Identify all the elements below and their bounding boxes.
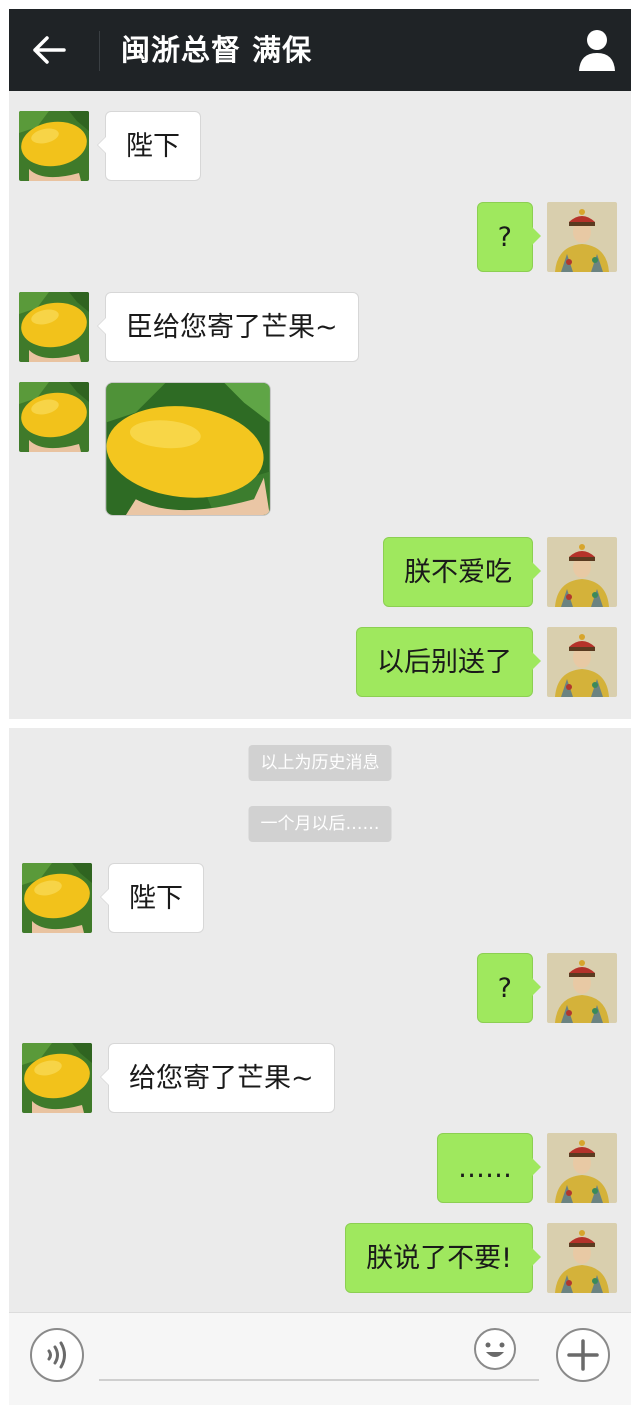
mango-avatar[interactable] <box>22 1043 92 1113</box>
emperor-avatar[interactable] <box>547 627 617 697</box>
message-bubble[interactable]: …… <box>437 1133 541 1203</box>
arrow-left-icon[interactable] <box>31 35 67 65</box>
emperor-avatar[interactable] <box>547 202 617 272</box>
message-bubble[interactable]: 以后别送了 <box>356 627 541 697</box>
message-bubble[interactable]: 陛下 <box>97 111 201 181</box>
person-icon[interactable] <box>577 27 617 73</box>
voice-icon[interactable] <box>29 1327 85 1383</box>
emperor-avatar[interactable] <box>547 1223 617 1293</box>
message-bubble[interactable]: 朕说了不要! <box>345 1223 541 1293</box>
message-bubble[interactable]: 陛下 <box>100 863 204 933</box>
message-bubble[interactable]: 给您寄了芒果~ <box>100 1043 335 1113</box>
chat-recent-panel[interactable]: 以上为历史消息 一个月以后…… 陛下 ? 给您寄了芒果~ …… 朕说了不要! <box>9 728 631 1312</box>
chat-title: 闽浙总督 满保 <box>121 33 313 67</box>
message-bubble[interactable]: ? <box>476 202 542 272</box>
emperor-avatar[interactable] <box>547 953 617 1023</box>
mango-avatar[interactable] <box>19 382 89 452</box>
mango-avatar[interactable] <box>19 292 89 362</box>
header-divider <box>99 31 100 71</box>
mango-avatar[interactable] <box>22 863 92 933</box>
emperor-avatar[interactable] <box>547 1133 617 1203</box>
mango-avatar[interactable] <box>19 111 89 181</box>
system-note-history: 以上为历史消息 <box>248 745 392 781</box>
chat-header: 闽浙总督 满保 <box>9 9 631 91</box>
message-bubble[interactable]: ? <box>476 953 542 1023</box>
emperor-avatar[interactable] <box>547 537 617 607</box>
mango-photo[interactable] <box>105 382 271 516</box>
message-bubble[interactable]: 臣给您寄了芒果~ <box>97 292 359 362</box>
input-bar <box>9 1312 631 1405</box>
message-bubble[interactable]: 朕不爱吃 <box>383 537 541 607</box>
plus-icon[interactable] <box>555 1327 611 1383</box>
system-note-time: 一个月以后…… <box>248 806 392 842</box>
emoji-icon[interactable] <box>473 1327 517 1371</box>
chat-history-panel[interactable]: 陛下 ? 臣给您寄了芒果~ 朕不爱吃 以后别送了 <box>9 91 631 719</box>
message-input[interactable] <box>99 1379 539 1381</box>
